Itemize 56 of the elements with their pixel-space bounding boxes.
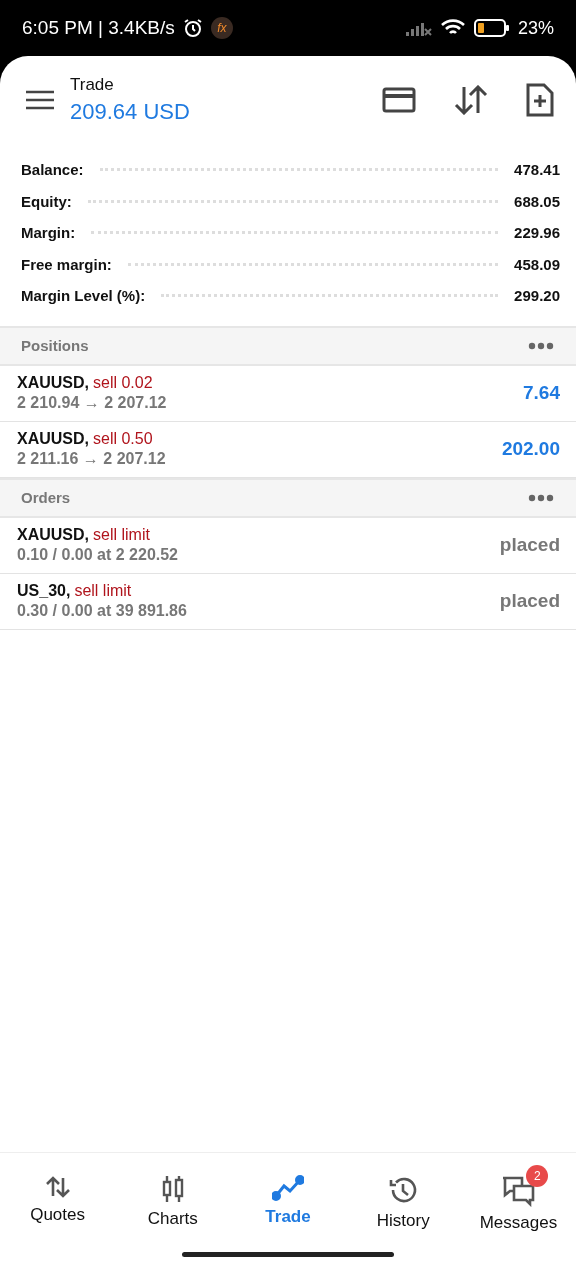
new-order-button[interactable] [526,83,554,117]
app-notification-icon: fx [210,17,233,39]
symbol-name: XAUUSD, [17,374,89,392]
line-chart-icon [272,1175,304,1201]
sort-arrows-icon [44,1175,71,1199]
alarm-clock-icon [182,18,203,38]
sort-button[interactable] [454,85,488,115]
trade-row[interactable]: US_30, sell limit 0.30 / 0.00 at 39 891.86 placed [0,573,576,630]
order-status: placed [499,534,560,556]
trade-action: sell 0.50 [93,430,153,448]
trade-action: sell 0.02 [93,374,153,392]
trade-action: sell limit [74,582,132,600]
section-title: Orders [21,489,71,506]
summary-value: 229.96 [514,224,560,242]
nav-tab[interactable]: History [345,1161,461,1244]
trade-detail: 2 211.16 → 2 207.12 [17,450,167,468]
symbol-name: XAUUSD, [17,526,89,544]
nav-tab[interactable]: 2 Messages [460,1161,576,1244]
battery-percent: 23% [517,17,554,39]
summary-value: 299.20 [514,287,560,305]
balance-amount: 209.64 USD [70,99,191,125]
trade-detail: 2 210.94 → 2 207.12 [17,394,168,412]
summary-value: 478.41 [514,161,560,179]
summary-value: 688.05 [514,192,560,210]
summary-label: Margin Level (%): [21,287,146,305]
status-time: 6:05 PM | 3.4KB/s [22,17,175,39]
section-title: Positions [21,337,89,354]
trade-action: sell limit [93,526,150,544]
symbol-name: XAUUSD, [17,430,89,448]
menu-button[interactable] [26,89,54,111]
history-icon [388,1175,419,1205]
battery-icon [473,19,510,37]
trade-detail: 0.10 / 0.00 at 2 220.52 [17,546,179,564]
summary-label: Free margin: [21,255,112,273]
order-status: placed [499,590,560,612]
trade-row[interactable]: XAUUSD, sell 0.50 2 211.16 → 2 207.12 202.00 [0,421,576,478]
nav-tab[interactable]: Quotes [0,1161,116,1244]
symbol-name: US_30, [17,582,71,600]
summary-value: 458.09 [514,255,560,273]
more-button[interactable] [528,493,554,502]
more-button[interactable] [528,341,554,350]
unread-badge: 2 [526,1165,549,1187]
summary-label: Margin: [21,224,76,242]
candlestick-icon [160,1175,185,1203]
profit-value: 202.00 [501,438,560,460]
nav-tab[interactable]: Charts [115,1161,231,1244]
signal-icon [405,20,432,36]
trade-row[interactable]: XAUUSD, sell 0.02 2 210.94 → 2 207.12 7.64 [0,365,576,422]
nav-tab[interactable]: Trade [230,1161,346,1244]
screen-title: Trade [70,75,115,95]
trade-row[interactable]: XAUUSD, sell limit 0.10 / 0.00 at 2 220.52 placed [0,517,576,574]
card-button[interactable] [382,86,416,114]
summary-label: Equity: [21,192,72,210]
summary-label: Balance: [21,161,84,179]
trade-detail: 0.30 / 0.00 at 39 891.86 [17,602,188,620]
profit-value: 7.64 [523,382,560,404]
